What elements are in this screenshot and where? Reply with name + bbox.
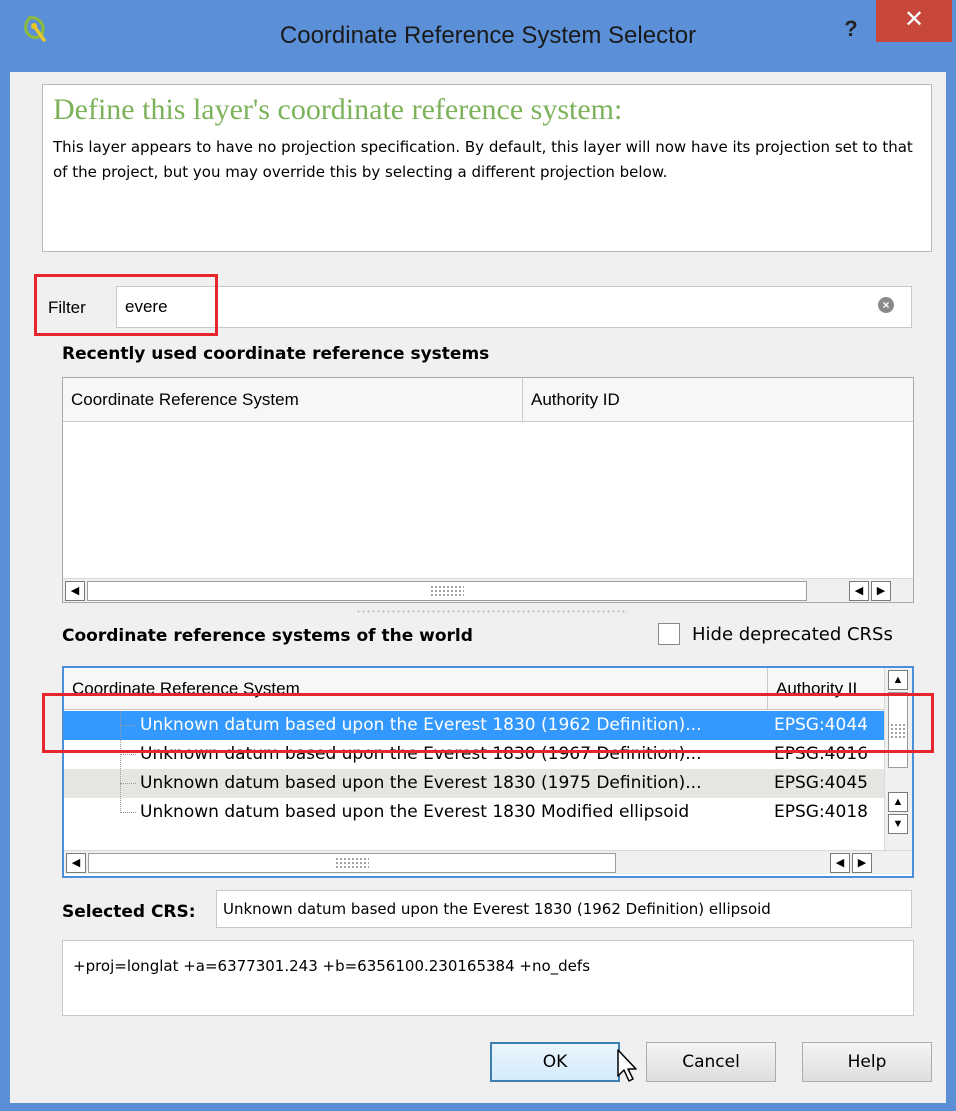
scrollbar-thumb[interactable] xyxy=(88,853,616,873)
close-button[interactable]: ✕ xyxy=(876,0,952,42)
grip-icon xyxy=(335,857,369,869)
crs-authority-id: EPSG:4045 xyxy=(774,773,868,793)
tree-connector xyxy=(120,754,136,755)
selected-crs-field: Unknown datum based upon the Everest 183… xyxy=(216,890,912,928)
proj-string-box: +proj=longlat +a=6377301.243 +b=6356100.… xyxy=(62,940,914,1016)
recent-column-authority[interactable]: Authority ID xyxy=(523,378,913,422)
crs-row[interactable]: Unknown datum based upon the Everest 183… xyxy=(64,798,884,827)
world-horizontal-scrollbar[interactable]: ◀ ◀ ▶ xyxy=(64,850,912,874)
selected-row-highlight-annotation xyxy=(42,693,934,753)
scroll-up-icon[interactable]: ▲ xyxy=(888,792,908,812)
scroll-right-icon[interactable]: ▶ xyxy=(852,853,872,873)
scroll-down-icon[interactable]: ▼ xyxy=(888,814,908,834)
scroll-left-icon[interactable]: ◀ xyxy=(849,581,869,601)
mouse-cursor-icon xyxy=(617,1049,637,1082)
filter-input[interactable]: evere xyxy=(116,286,912,328)
tree-connector xyxy=(120,783,136,784)
splitter-handle[interactable] xyxy=(356,609,628,615)
selected-crs-label: Selected CRS: xyxy=(62,902,196,922)
info-description: This layer appears to have no projection… xyxy=(53,138,913,181)
dialog-client-area: Define this layer's coordinate reference… xyxy=(10,72,946,1103)
info-heading: Define this layer's coordinate reference… xyxy=(53,93,623,126)
recent-table-header: Coordinate Reference System Authority ID xyxy=(63,378,913,422)
crs-name: Unknown datum based upon the Everest 183… xyxy=(140,773,702,793)
clear-filter-icon[interactable]: × xyxy=(878,297,894,313)
world-crs-label: Coordinate reference systems of the worl… xyxy=(62,626,473,646)
help-button[interactable]: Help xyxy=(802,1042,932,1082)
info-panel: Define this layer's coordinate reference… xyxy=(42,84,932,252)
recent-crs-label: Recently used coordinate reference syste… xyxy=(62,344,490,364)
scroll-left-icon[interactable]: ◀ xyxy=(65,581,85,601)
tree-connector xyxy=(120,812,136,813)
hide-deprecated-label[interactable]: Hide deprecated CRSs xyxy=(692,624,893,645)
cancel-button[interactable]: Cancel xyxy=(646,1042,776,1082)
window-title: Coordinate Reference System Selector xyxy=(279,22,697,49)
ok-button[interactable]: OK xyxy=(490,1042,620,1082)
crs-row[interactable]: Unknown datum based upon the Everest 183… xyxy=(64,769,884,798)
hide-deprecated-checkbox[interactable] xyxy=(658,623,680,645)
filter-highlight-annotation xyxy=(34,274,218,336)
scrollbar-thumb[interactable] xyxy=(87,581,807,601)
grip-icon xyxy=(430,585,464,597)
recent-column-crs[interactable]: Coordinate Reference System xyxy=(63,378,523,422)
crs-name: Unknown datum based upon the Everest 183… xyxy=(140,802,690,822)
scroll-left-icon[interactable]: ◀ xyxy=(66,853,86,873)
crs-authority-id: EPSG:4018 xyxy=(774,802,868,822)
recent-horizontal-scrollbar[interactable]: ◀ ◀ ▶ xyxy=(63,578,913,602)
scroll-right-icon[interactable]: ▶ xyxy=(871,581,891,601)
recent-crs-table[interactable]: Coordinate Reference System Authority ID… xyxy=(62,377,914,603)
crs-selector-window: Coordinate Reference System Selector ? ✕… xyxy=(0,0,956,1111)
scroll-up-icon[interactable]: ▲ xyxy=(888,670,908,690)
help-question-button[interactable]: ? xyxy=(836,14,866,44)
scroll-left-icon[interactable]: ◀ xyxy=(830,853,850,873)
title-bar[interactable]: Coordinate Reference System Selector ? ✕ xyxy=(0,0,956,72)
